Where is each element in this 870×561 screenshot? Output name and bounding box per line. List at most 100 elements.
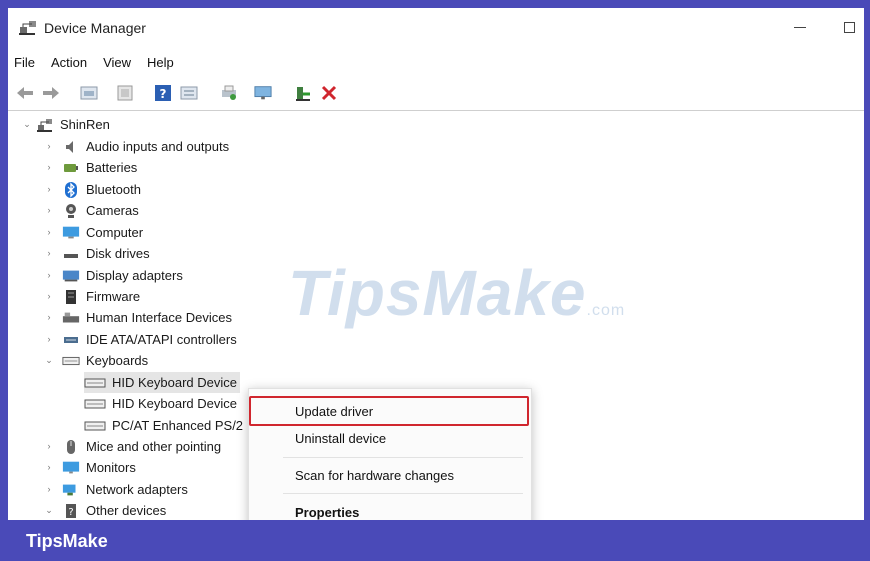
expand-chevron-icon[interactable]: › xyxy=(44,227,54,237)
tree-item-label: Mice and other pointing xyxy=(86,439,222,454)
expand-chevron-icon[interactable]: › xyxy=(44,462,54,472)
frame-right xyxy=(864,0,870,520)
tree-item-label: HID Keyboard Device xyxy=(112,375,237,390)
expand-chevron-icon[interactable]: › xyxy=(44,205,54,215)
menu-scan-hardware[interactable]: Scan for hardware changes xyxy=(249,461,531,489)
forward-arrow-icon[interactable] xyxy=(42,84,60,102)
menu-view[interactable]: View xyxy=(95,52,139,74)
tree-item-ide[interactable]: IDE ATA/ATAPI controllers xyxy=(62,329,237,350)
collapse-chevron-icon[interactable]: ⌄ xyxy=(44,505,54,515)
tree-item-label: Firmware xyxy=(86,289,141,304)
tree-item-computer[interactable]: Computer xyxy=(62,222,143,243)
tree-item-cameras[interactable]: Cameras xyxy=(62,200,139,221)
disk-icon xyxy=(62,246,80,262)
tree-item-label: Cameras xyxy=(86,203,139,218)
device-manager-window: Device Manager File Action View Help ? ⌄… xyxy=(8,8,864,520)
view-icon[interactable] xyxy=(180,84,198,102)
tree-item-label: Keyboards xyxy=(86,353,149,368)
menu-help[interactable]: Help xyxy=(139,52,182,74)
back-arrow-icon[interactable] xyxy=(16,84,34,102)
tree-item-label: Computer xyxy=(86,225,144,240)
ide-icon xyxy=(62,332,80,348)
monitor-icon[interactable] xyxy=(254,84,272,102)
uninstall-icon[interactable] xyxy=(320,84,338,102)
footer-brand: TipsMake xyxy=(26,531,108,551)
watermark: TipsMake.com xyxy=(288,257,626,329)
tree-item-hid[interactable]: Human Interface Devices xyxy=(62,307,232,328)
other-devices-icon: ? xyxy=(62,503,80,519)
tree-item-label: IDE ATA/ATAPI controllers xyxy=(86,332,237,347)
tree-item-label: Network adapters xyxy=(86,482,188,497)
tree-item-disk-drives[interactable]: Disk drives xyxy=(62,243,150,264)
print-icon[interactable] xyxy=(220,84,238,102)
expand-chevron-icon[interactable]: › xyxy=(44,291,54,301)
firmware-icon xyxy=(62,289,80,305)
context-menu: Update driver Uninstall device Scan for … xyxy=(248,388,532,520)
expand-chevron-icon[interactable]: › xyxy=(44,312,54,322)
tree-item-batteries[interactable]: Batteries xyxy=(62,157,137,178)
battery-icon xyxy=(62,160,80,176)
device-manager-icon xyxy=(18,18,38,36)
keyboard-icon xyxy=(84,375,106,391)
svg-text:?: ? xyxy=(68,507,73,518)
tree-item-label: HID Keyboard Device xyxy=(112,396,237,411)
expand-chevron-icon[interactable]: › xyxy=(44,270,54,280)
tree-item-label: PC/AT Enhanced PS/2 xyxy=(112,418,244,433)
expand-chevron-icon[interactable]: › xyxy=(44,162,54,172)
tree-item-display-adapters[interactable]: Display adapters xyxy=(62,265,183,286)
toolbar: ? xyxy=(8,76,864,111)
network-icon xyxy=(62,482,80,498)
mouse-icon xyxy=(62,439,80,455)
expand-chevron-icon[interactable]: › xyxy=(44,484,54,494)
expand-chevron-icon[interactable]: › xyxy=(44,441,54,451)
tree-item-label: Other devices xyxy=(86,503,167,518)
tree-root[interactable]: ShinRen xyxy=(36,114,110,135)
expand-chevron-icon[interactable]: › xyxy=(44,248,54,258)
computer-icon xyxy=(62,225,80,241)
collapse-chevron-icon[interactable]: ⌄ xyxy=(22,119,32,129)
bluetooth-icon xyxy=(62,181,80,198)
tree-item-monitors[interactable]: Monitors xyxy=(62,457,136,478)
tree-item-label: Monitors xyxy=(86,460,136,475)
tree-item-audio[interactable]: Audio inputs and outputs xyxy=(62,136,229,157)
computer-tree-icon xyxy=(36,117,54,133)
menu-properties[interactable]: Properties xyxy=(249,498,531,520)
tree-item-firmware[interactable]: Firmware xyxy=(62,286,140,307)
tree-item-mice[interactable]: Mice and other pointing xyxy=(62,436,221,457)
expand-chevron-icon[interactable]: › xyxy=(44,334,54,344)
tree-item-ps2-keyboard[interactable]: PC/AT Enhanced PS/2 xyxy=(84,415,243,436)
properties-icon[interactable] xyxy=(80,84,98,102)
menu-update-driver[interactable]: Update driver xyxy=(249,397,531,425)
tree-item-bluetooth[interactable]: Bluetooth xyxy=(62,179,141,200)
minimize-icon xyxy=(794,26,806,28)
collapse-chevron-icon[interactable]: ⌄ xyxy=(44,355,54,365)
monitor-icon xyxy=(62,460,80,476)
menu-file[interactable]: File xyxy=(8,52,43,74)
title-bar: Device Manager xyxy=(8,8,864,46)
tree-item-hid-keyboard-2[interactable]: HID Keyboard Device xyxy=(84,393,237,414)
enable-device-icon[interactable] xyxy=(294,84,312,102)
frame-top xyxy=(0,0,870,8)
maximize-icon xyxy=(843,21,855,33)
speaker-icon xyxy=(62,139,80,155)
footer-banner: TipsMake xyxy=(0,520,870,561)
menu-uninstall-device[interactable]: Uninstall device xyxy=(249,424,531,452)
display-adapter-icon xyxy=(62,268,80,284)
menu-separator xyxy=(283,493,523,494)
tree-item-label: Audio inputs and outputs xyxy=(86,139,230,154)
tree-item-network[interactable]: Network adapters xyxy=(62,479,188,500)
expand-chevron-icon[interactable]: › xyxy=(44,141,54,151)
help-icon[interactable]: ? xyxy=(154,84,172,102)
tree-item-keyboards[interactable]: Keyboards xyxy=(62,350,148,371)
tree-item-label: Display adapters xyxy=(86,268,183,283)
tree-item-label: Bluetooth xyxy=(86,182,141,197)
show-hide-icon[interactable] xyxy=(116,84,134,102)
maximize-button[interactable] xyxy=(840,18,858,36)
expand-chevron-icon[interactable]: › xyxy=(44,184,54,194)
keyboard-icon xyxy=(84,418,106,434)
tree-item-other-devices[interactable]: ? Other devices xyxy=(62,500,166,520)
menu-action[interactable]: Action xyxy=(43,52,95,74)
minimize-button[interactable] xyxy=(788,16,812,38)
menu-bar: File Action View Help xyxy=(8,52,182,74)
tree-item-hid-keyboard-1[interactable]: HID Keyboard Device xyxy=(84,372,240,393)
